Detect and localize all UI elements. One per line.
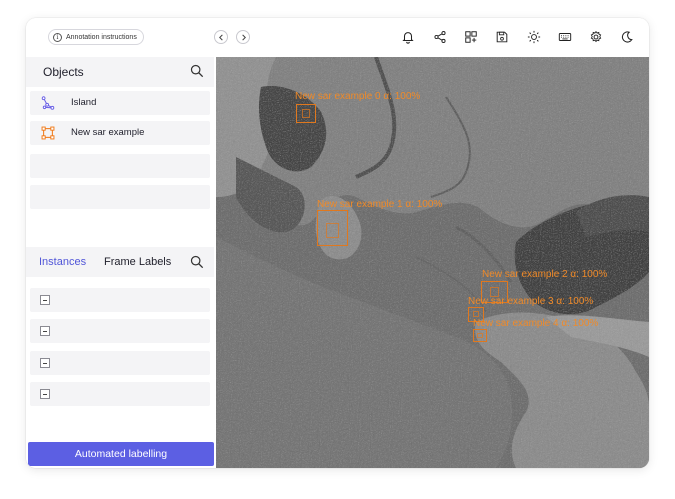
- target-blob: [326, 223, 339, 238]
- previous-button[interactable]: [214, 30, 228, 44]
- objects-header: Objects: [26, 57, 214, 87]
- search-icon[interactable]: [190, 64, 204, 78]
- bounding-box-icon: [41, 126, 55, 140]
- tab-frame-labels[interactable]: Frame Labels: [104, 256, 171, 268]
- collapse-checkbox[interactable]: [40, 326, 50, 336]
- object-item-new-sar-example[interactable]: New sar example: [30, 121, 210, 145]
- target-blob: [477, 333, 483, 338]
- annotation-window: i Annotation instructions Objects Island…: [26, 18, 649, 468]
- collapse-checkbox[interactable]: [40, 295, 50, 305]
- brightness-icon[interactable]: [525, 28, 543, 46]
- info-icon: i: [53, 32, 62, 42]
- keyboard-icon[interactable]: [556, 28, 574, 46]
- bell-icon[interactable]: [399, 28, 417, 46]
- sidebar: Objects Island New sar example Instances…: [26, 57, 214, 468]
- object-item-label: New sar example: [71, 127, 145, 138]
- empty-object-row: [30, 154, 210, 178]
- annotation-instructions-button[interactable]: i Annotation instructions: [48, 29, 144, 45]
- image-canvas[interactable]: New sar example 0 α: 100% New sar exampl…: [216, 57, 649, 468]
- annotation-label: New sar example 4 α: 100%: [473, 318, 599, 329]
- instance-row[interactable]: [30, 288, 210, 312]
- tab-instances[interactable]: Instances: [39, 256, 86, 268]
- collapse-checkbox[interactable]: [40, 358, 50, 368]
- automated-labelling-button[interactable]: Automated labelling: [28, 442, 214, 466]
- instance-row[interactable]: [30, 382, 210, 406]
- annotation-label: New sar example 2 α: 100%: [482, 269, 608, 280]
- annotation-label: New sar example 3 α: 100%: [468, 296, 594, 307]
- instances-tabs: Instances Frame Labels: [26, 247, 214, 277]
- annotation-box[interactable]: [317, 210, 348, 246]
- target-blob: [302, 109, 310, 118]
- dark-mode-icon[interactable]: [618, 28, 636, 46]
- object-item-island[interactable]: Island: [30, 91, 210, 115]
- annotation-box[interactable]: [296, 104, 316, 123]
- instance-row[interactable]: [30, 351, 210, 375]
- target-blob: [473, 311, 479, 317]
- sar-image: [216, 57, 649, 468]
- annotation-box[interactable]: [473, 329, 487, 342]
- chevron-right-icon: [241, 34, 246, 40]
- empty-object-row: [30, 185, 210, 209]
- chevron-left-icon: [218, 34, 223, 40]
- annotation-label: New sar example 1 α: 100%: [317, 199, 443, 210]
- collapse-checkbox[interactable]: [40, 389, 50, 399]
- object-item-label: Island: [71, 97, 97, 108]
- toolbar: i Annotation instructions: [26, 18, 649, 57]
- settings-icon[interactable]: [587, 28, 605, 46]
- next-button[interactable]: [236, 30, 250, 44]
- annotation-instructions-label: Annotation instructions: [66, 33, 137, 41]
- save-icon[interactable]: [493, 28, 511, 46]
- annotation-label: New sar example 0 α: 100%: [295, 91, 421, 102]
- layout-add-icon[interactable]: [462, 28, 480, 46]
- instance-row[interactable]: [30, 319, 210, 343]
- share-icon[interactable]: [431, 28, 449, 46]
- polygon-icon: [41, 96, 55, 110]
- search-icon[interactable]: [190, 255, 204, 269]
- objects-title: Objects: [43, 65, 84, 79]
